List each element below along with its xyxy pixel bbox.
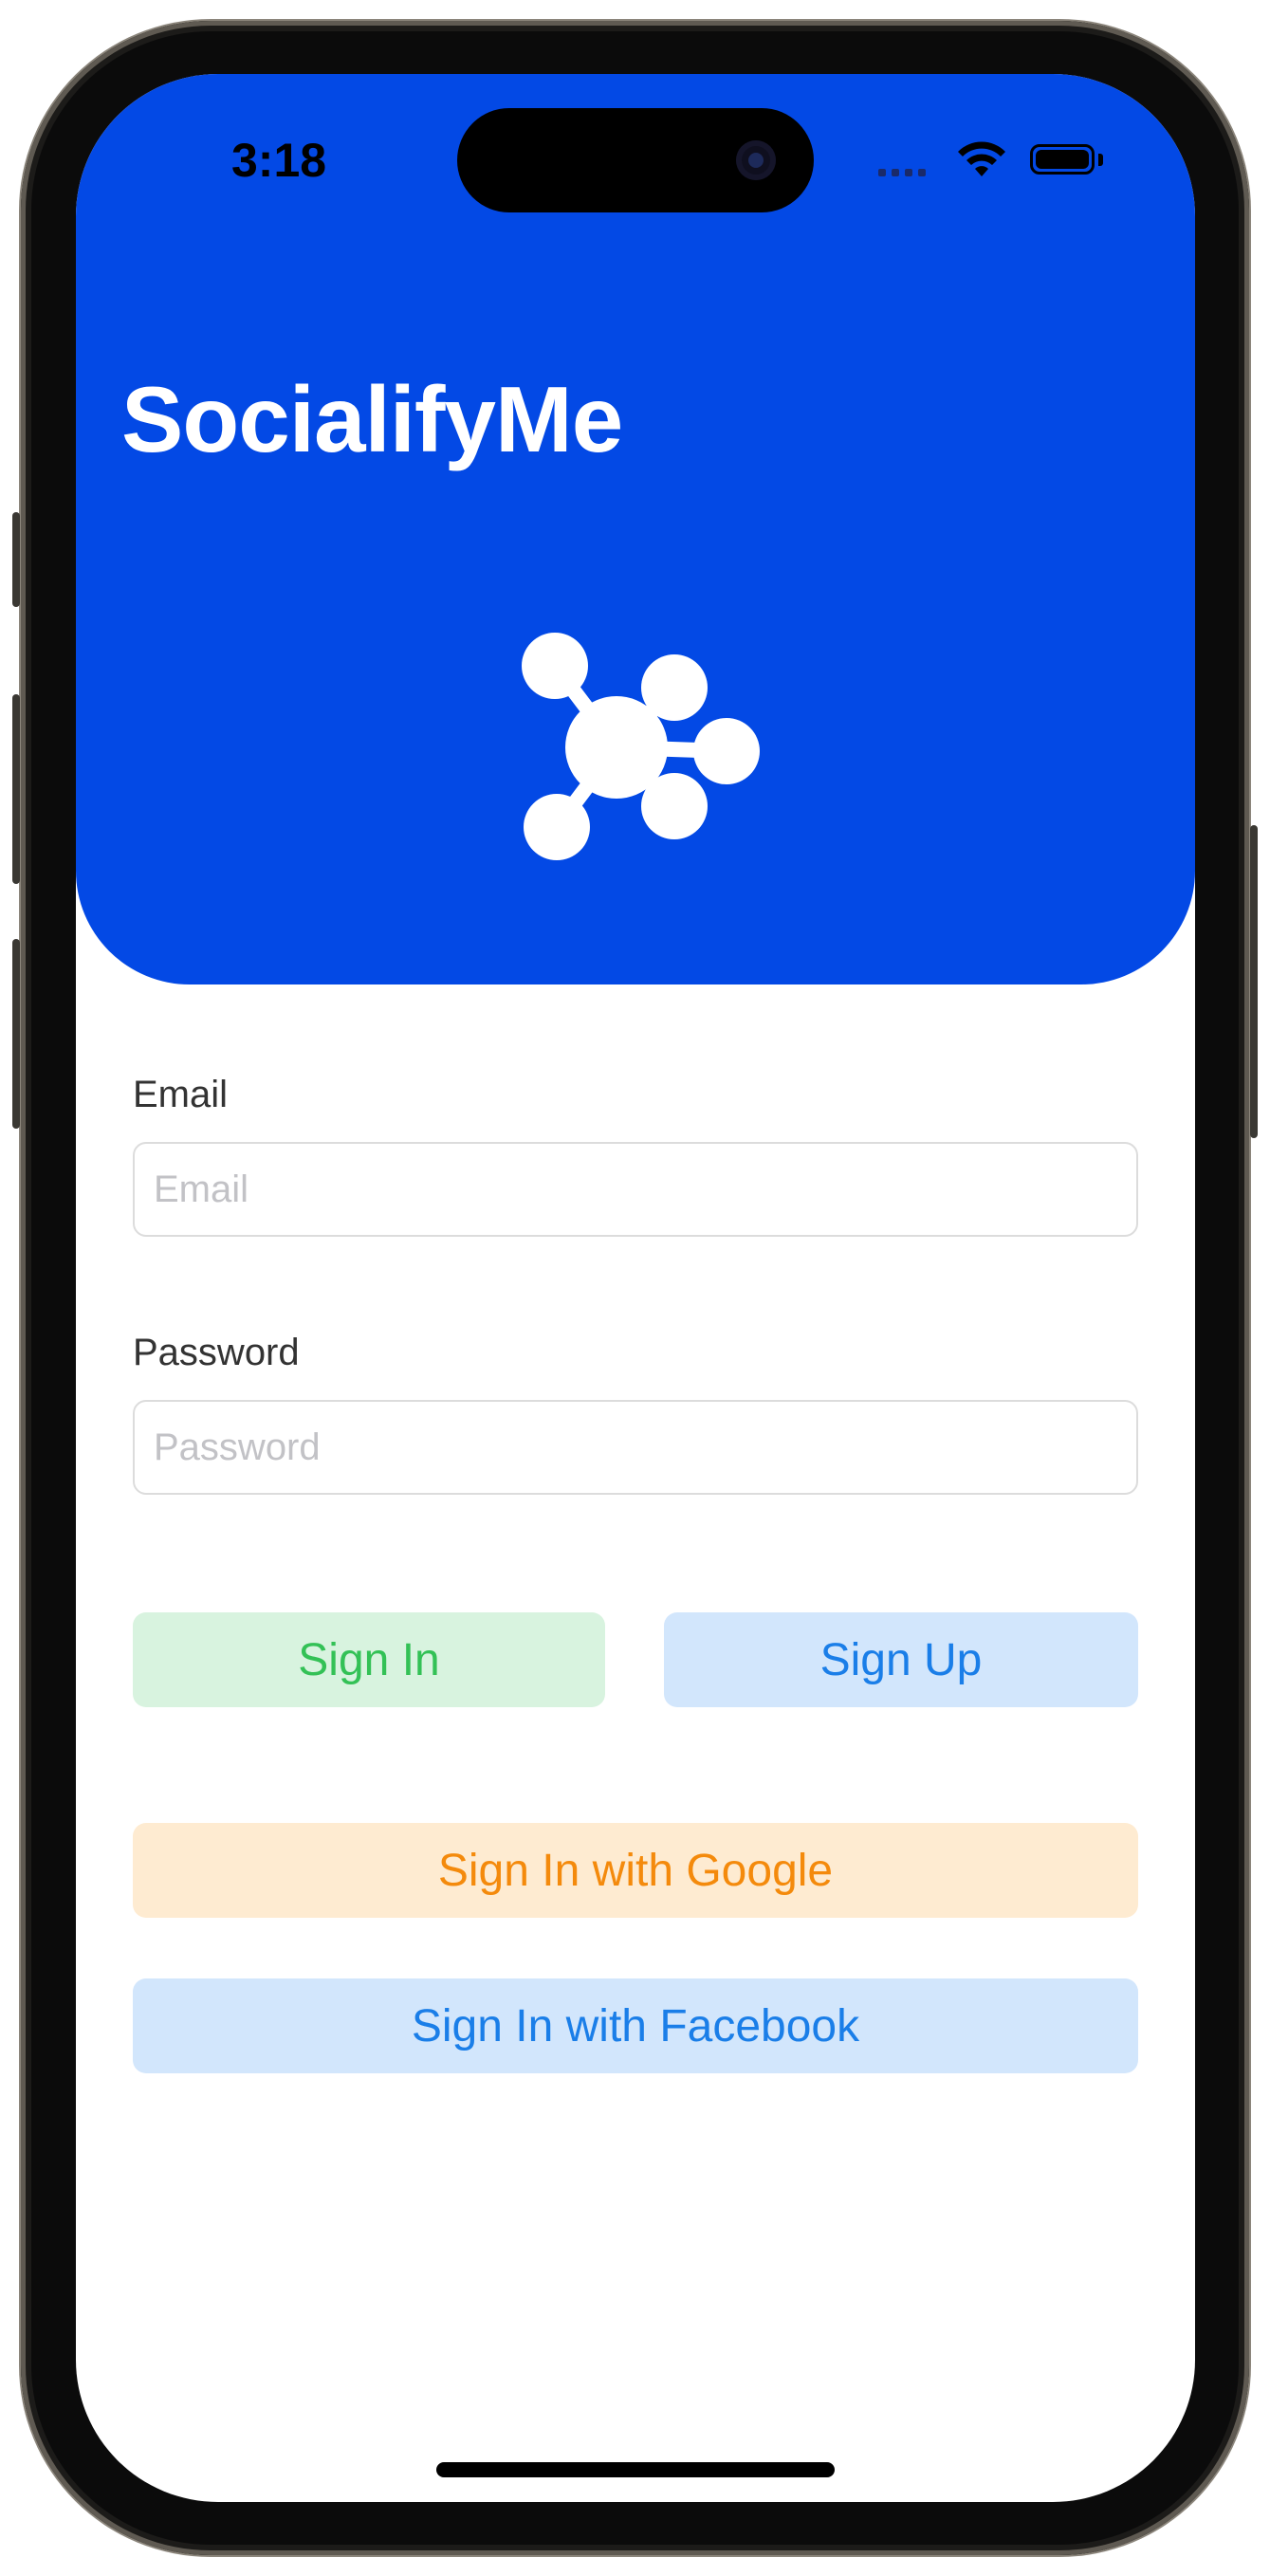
app-header: 3:18 SocialifyMe bbox=[76, 74, 1195, 984]
volume-down-button bbox=[12, 939, 20, 1129]
power-button bbox=[1250, 825, 1258, 1138]
app-title: SocialifyMe bbox=[121, 367, 623, 471]
password-field[interactable] bbox=[133, 1400, 1138, 1495]
email-field[interactable] bbox=[133, 1142, 1138, 1237]
email-label: Email bbox=[133, 1074, 229, 1115]
signal-icon bbox=[878, 169, 926, 176]
battery-icon bbox=[1030, 144, 1095, 175]
sign-up-button[interactable]: Sign Up bbox=[664, 1612, 1138, 1707]
front-camera-icon bbox=[736, 140, 776, 180]
wifi-icon bbox=[958, 141, 1005, 176]
dynamic-island bbox=[457, 108, 814, 212]
volume-up-button bbox=[12, 694, 20, 884]
google-sign-in-button[interactable]: Sign In with Google bbox=[133, 1823, 1138, 1918]
action-button bbox=[12, 512, 20, 607]
battery-cap bbox=[1098, 154, 1103, 166]
phone-screen: 3:18 SocialifyMe Email Email Password Si… bbox=[76, 74, 1195, 2502]
home-indicator[interactable] bbox=[436, 2462, 835, 2477]
password-label: Password bbox=[133, 1332, 300, 1373]
sign-in-button[interactable]: Sign In bbox=[133, 1612, 605, 1707]
network-hub-icon bbox=[522, 633, 760, 860]
status-time: 3:18 bbox=[231, 134, 327, 187]
facebook-sign-in-button[interactable]: Sign In with Facebook bbox=[133, 1978, 1138, 2073]
